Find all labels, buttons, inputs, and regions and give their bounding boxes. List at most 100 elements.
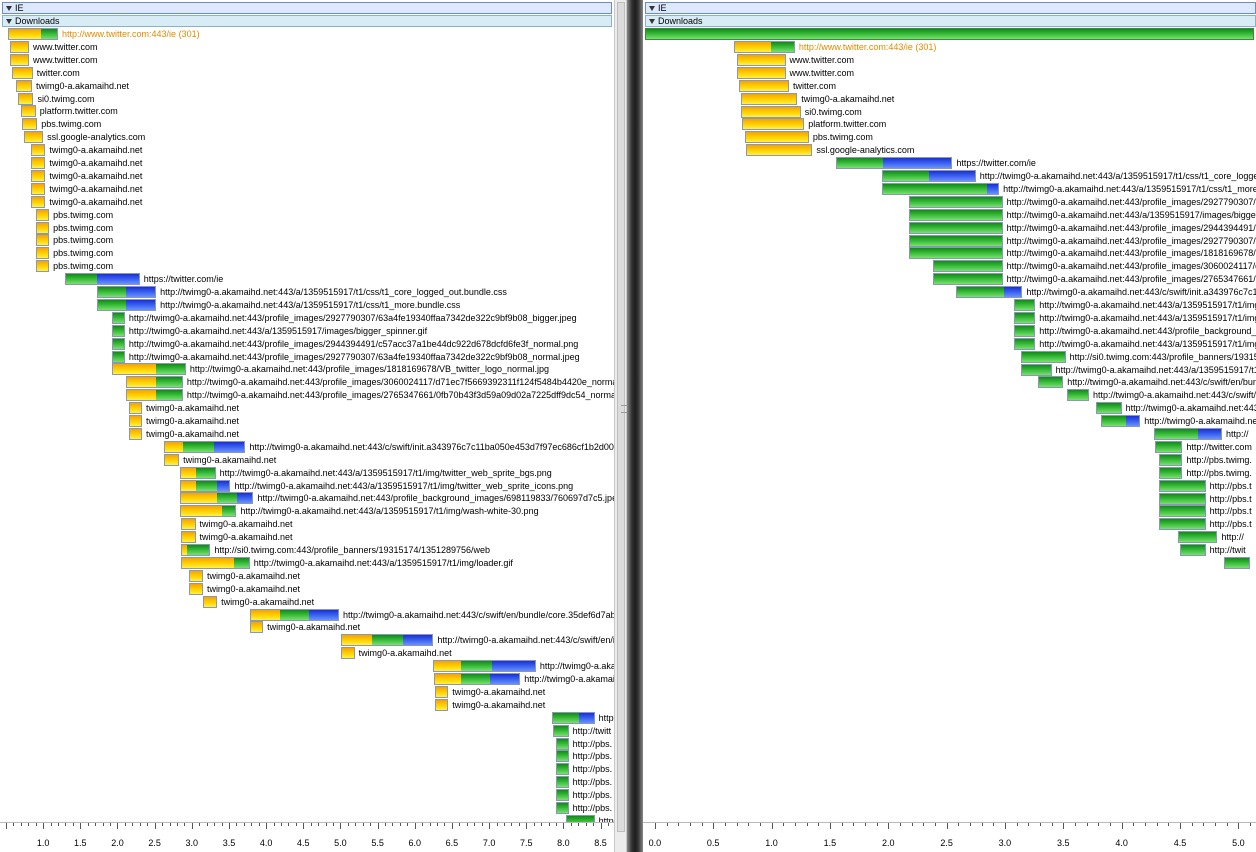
download-row[interactable]: http:// xyxy=(643,531,1256,544)
timing-bar[interactable] xyxy=(909,234,1003,247)
download-row[interactable]: twimg0-a.akamaihd.net xyxy=(0,569,614,582)
download-row[interactable]: twimg0-a.akamaihd.net xyxy=(0,157,614,169)
timing-bar[interactable] xyxy=(835,157,953,170)
total-duration-bar[interactable] xyxy=(645,28,1254,40)
download-row[interactable]: http://pbs. xyxy=(0,776,614,789)
timing-bar[interactable] xyxy=(35,234,50,247)
download-row[interactable]: www.twitter.com xyxy=(643,66,1256,79)
download-row[interactable]: pbs.twimg.com xyxy=(0,208,614,221)
download-row[interactable]: twimg0-a.akamaihd.net xyxy=(0,647,614,660)
timing-bar[interactable] xyxy=(202,595,218,608)
download-row[interactable]: http://twimg0-a.akamaihd.net:443/a/13595… xyxy=(0,324,614,337)
download-row[interactable]: http://twimg0-a.akamaihd.net:443/c/swift… xyxy=(643,376,1256,389)
timing-bar[interactable] xyxy=(738,79,790,92)
timing-bar[interactable] xyxy=(1155,440,1183,453)
timing-bar[interactable] xyxy=(179,505,237,518)
timing-bar[interactable] xyxy=(1158,453,1183,466)
timing-bar[interactable] xyxy=(10,53,30,66)
download-row[interactable]: http://twitter.com xyxy=(643,440,1256,453)
download-row[interactable]: http://twimg0-a.akamaihd.net:443/profile… xyxy=(0,363,614,376)
download-row[interactable]: http://twimg0-a.akamaihd.net:443/a/13595… xyxy=(643,299,1256,311)
download-row[interactable]: https://twitter.com/ie xyxy=(0,273,614,286)
download-row[interactable]: twimg0-a.akamaihd.net xyxy=(0,144,614,157)
download-row[interactable]: http://twimg0-a.akamaihd.net:443/a/13595… xyxy=(0,556,614,569)
timing-bar[interactable] xyxy=(20,105,36,118)
timing-bar[interactable] xyxy=(35,221,50,234)
left-timeline-pane[interactable]: IE Downloads http://www.twitter.com:443/… xyxy=(0,0,614,852)
timing-bar[interactable] xyxy=(932,260,1003,273)
download-row[interactable]: twimg0-a.akamaihd.net xyxy=(0,79,614,92)
download-row[interactable]: http://twimg0-a.akamaihd.net:443/profile… xyxy=(0,337,614,350)
timing-bar[interactable] xyxy=(179,479,231,492)
timing-bar[interactable] xyxy=(555,776,569,789)
timing-bar[interactable] xyxy=(163,453,180,466)
timing-bar[interactable] xyxy=(23,131,44,144)
timing-bar[interactable] xyxy=(188,569,203,582)
collapse-triangle-icon[interactable] xyxy=(6,19,12,24)
timing-bar[interactable] xyxy=(111,363,186,376)
download-row[interactable]: pbs.twimg.com xyxy=(0,234,614,247)
timing-bar[interactable] xyxy=(31,157,46,169)
download-row[interactable] xyxy=(643,557,1256,569)
timing-bar[interactable] xyxy=(736,66,786,79)
download-row[interactable]: si0.twimg.com xyxy=(0,92,614,105)
download-row[interactable]: http://twimg0-a.akamaihd.net xyxy=(643,415,1256,428)
download-row[interactable]: http://pbs. xyxy=(0,789,614,802)
download-row[interactable]: http://twimg0-a.akamaihd.net:443/c/swift… xyxy=(643,286,1256,299)
download-row[interactable]: http://twimg0-a.akamaihd.net:443/a/13595… xyxy=(643,311,1256,324)
download-row[interactable]: twimg0-a.akamaihd.net xyxy=(0,427,614,440)
timing-bar[interactable] xyxy=(555,789,569,802)
download-row[interactable]: http://twimg0-a.akamaihd.net:443/c/swift… xyxy=(0,608,614,621)
download-row[interactable]: http://twimg0-a.akamaihd.net:443/a/13595… xyxy=(643,170,1256,182)
download-row[interactable]: http://twimg0-a.akamaihd.net xyxy=(0,660,614,673)
timing-bar[interactable] xyxy=(341,634,434,647)
timing-bar[interactable] xyxy=(1224,557,1250,569)
download-row[interactable]: www.twitter.com xyxy=(643,53,1256,66)
timing-bar[interactable] xyxy=(111,324,125,337)
download-row[interactable]: http://twimg0-a.akamaihd.net:443/a/13595… xyxy=(0,298,614,311)
timing-bar[interactable] xyxy=(181,531,196,544)
download-row[interactable]: pbs.twimg.com xyxy=(0,260,614,273)
timing-bar[interactable] xyxy=(249,608,339,621)
timing-bar[interactable] xyxy=(909,247,1003,260)
download-row[interactable]: twimg0-a.akamaihd.net xyxy=(0,698,614,711)
timing-bar[interactable] xyxy=(1021,363,1052,376)
download-row[interactable]: www.twitter.com xyxy=(0,40,614,53)
download-row[interactable]: http://twimg0-a.akamaihd.net:443/a/13595… xyxy=(0,479,614,492)
download-row[interactable]: http://www.twitter.com:443/ie (301) xyxy=(0,28,614,40)
download-row[interactable]: http://pbs. xyxy=(0,750,614,763)
timing-bar[interactable] xyxy=(1179,544,1206,557)
download-row[interactable]: twimg0-a.akamaihd.net xyxy=(0,453,614,466)
timing-bar[interactable] xyxy=(434,698,449,711)
download-row[interactable]: http://twimg0-a.akamaihd.net:443/profile… xyxy=(643,195,1256,208)
timing-bar[interactable] xyxy=(35,208,50,221)
ie-group-header[interactable]: IE xyxy=(645,2,1256,14)
download-row[interactable]: www.twitter.com xyxy=(0,53,614,66)
timing-bar[interactable] xyxy=(181,518,196,531)
timing-bar[interactable] xyxy=(1158,479,1206,492)
timing-bar[interactable] xyxy=(128,402,142,415)
timing-bar[interactable] xyxy=(1100,415,1141,428)
timing-bar[interactable] xyxy=(181,556,250,569)
scrollbar-thumb[interactable] xyxy=(617,2,627,832)
download-row[interactable]: si0.twimg.com xyxy=(643,105,1256,118)
pane-splitter[interactable] xyxy=(627,0,643,852)
timing-bar[interactable] xyxy=(128,415,142,427)
download-row[interactable]: platform.twitter.com xyxy=(0,105,614,118)
download-row[interactable]: http://twimg0-a.akamaihd.net:443/profile… xyxy=(0,350,614,363)
timing-bar[interactable] xyxy=(744,131,809,144)
timing-bar[interactable] xyxy=(341,647,355,660)
timing-bar[interactable] xyxy=(35,260,50,273)
timing-bar[interactable] xyxy=(126,389,183,402)
download-row[interactable]: http://twimg0-a.akamai xyxy=(0,673,614,685)
download-row[interactable]: platform.twitter.com xyxy=(643,118,1256,131)
download-row[interactable]: http://twimg0-a.akamaihd.net:443/profile… xyxy=(643,260,1256,273)
timing-bar[interactable] xyxy=(882,182,1000,195)
download-row[interactable]: twimg0-a.akamaihd.net xyxy=(0,621,614,634)
timing-bar[interactable] xyxy=(16,79,32,92)
download-row[interactable]: http://twimg0-a.akamaihd.net:443/c/swift… xyxy=(643,389,1256,402)
download-row[interactable]: http://twimg0-a.akamaihd.net:443/c/swift… xyxy=(0,634,614,647)
download-row[interactable]: http://pbs.t xyxy=(643,518,1256,531)
timing-bar[interactable] xyxy=(128,427,142,440)
download-row[interactable]: http://pbs.t xyxy=(643,492,1256,505)
